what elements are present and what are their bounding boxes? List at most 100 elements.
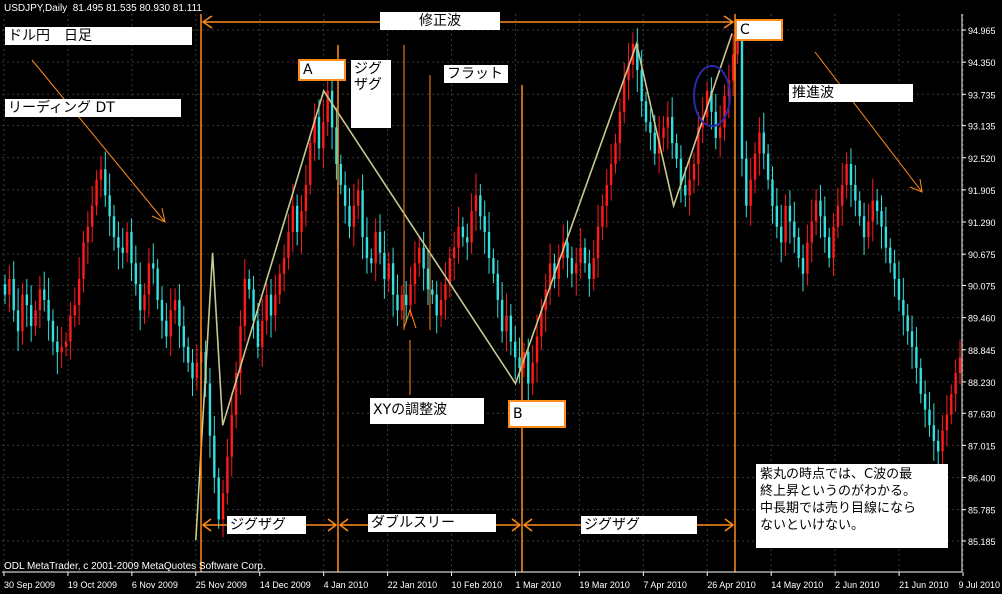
candle-body xyxy=(426,268,430,290)
y-tick-label: 89.460 xyxy=(968,314,996,324)
candle-body xyxy=(195,362,199,379)
candle-body xyxy=(849,164,853,185)
candle-body xyxy=(941,430,944,452)
candle-body xyxy=(295,205,299,232)
candle-body xyxy=(95,179,98,206)
y-tick-label: 87.015 xyxy=(968,441,996,451)
x-tick-label: 30 Sep 2009 xyxy=(4,580,55,590)
candle-body xyxy=(609,164,613,185)
candle-body xyxy=(186,346,190,363)
y-tick-label: 90.075 xyxy=(968,282,996,292)
candle-body xyxy=(910,331,914,347)
candle-body xyxy=(688,179,691,196)
candle-body xyxy=(644,101,648,123)
candle-body xyxy=(758,132,761,154)
candle-body xyxy=(309,143,312,185)
x-tick-label: 25 Nov 2009 xyxy=(196,580,247,590)
candle-body xyxy=(588,263,591,279)
candle-body xyxy=(527,352,530,384)
y-tick-label: 85.785 xyxy=(968,506,996,516)
candle-body xyxy=(605,184,608,206)
candle-body xyxy=(156,268,159,300)
candle-body xyxy=(300,211,303,232)
candle-body xyxy=(343,184,347,206)
candle-body xyxy=(3,284,7,295)
candle-body xyxy=(483,216,486,232)
candle-body xyxy=(213,435,216,478)
candle-body xyxy=(365,237,369,259)
candle-body xyxy=(357,190,360,206)
x-tick-label: 19 Mar 2010 xyxy=(579,580,630,590)
label-impulse-wave: 推進波 xyxy=(789,84,913,102)
candle-body xyxy=(352,205,356,227)
wave-path xyxy=(195,33,733,541)
candle-body xyxy=(788,205,792,222)
x-tick-label: 22 Jan 2010 xyxy=(388,580,438,590)
y-tick-label: 91.905 xyxy=(968,186,996,196)
candle-body xyxy=(474,195,478,212)
candle-body xyxy=(191,362,194,379)
candle-body xyxy=(797,237,800,259)
candle-body xyxy=(692,164,696,180)
y-tick-label: 93.735 xyxy=(968,90,996,100)
candle-body xyxy=(906,315,909,332)
candle-body xyxy=(858,200,861,217)
candle-body xyxy=(121,247,124,253)
candle-body xyxy=(409,284,412,306)
candle-body xyxy=(784,205,787,243)
candle-body xyxy=(806,242,809,274)
label-xy-adjustment: XYの調整波 xyxy=(370,398,484,424)
candle-body xyxy=(43,289,46,300)
candle-body xyxy=(841,184,844,206)
candle-body xyxy=(12,278,15,311)
y-tick-label: 91.290 xyxy=(968,218,996,228)
candle-body xyxy=(954,373,957,394)
candle-body xyxy=(461,226,465,238)
x-tick-label: 2 Jun 2010 xyxy=(835,580,880,590)
x-tick-label: 4 Jan 2010 xyxy=(324,580,369,590)
candle-body xyxy=(69,315,72,342)
candle-body xyxy=(762,132,765,154)
candle-body xyxy=(256,320,260,347)
candle-body xyxy=(64,341,68,347)
candle-body xyxy=(77,278,81,306)
label-zigzag-1: ジグザグ xyxy=(227,516,306,534)
candle-body xyxy=(178,299,181,326)
chart-header: USDJPY,Daily 81.495 81.535 80.930 81.111 xyxy=(4,3,202,14)
candle-body xyxy=(814,200,818,222)
x-tick-label: 6 Nov 2009 xyxy=(132,580,178,590)
candle-body xyxy=(378,231,382,253)
candle-body xyxy=(25,294,29,306)
candle-body xyxy=(457,226,460,248)
candle-body xyxy=(160,299,164,321)
annotation-note: 紫丸の時点では、C波の最 終上昇というのがわかる。 中長期では売り目線になら な… xyxy=(756,464,948,548)
x-tick-label: 14 May 2010 xyxy=(771,580,823,590)
candle-body xyxy=(108,195,111,217)
candle-body xyxy=(596,226,600,259)
candle-body xyxy=(208,383,212,436)
candle-body xyxy=(618,111,622,144)
candle-body xyxy=(452,247,456,259)
candle-body xyxy=(487,231,491,259)
candle-body xyxy=(400,294,404,311)
candle-body xyxy=(958,357,962,374)
candle-body xyxy=(56,341,59,353)
candle-body xyxy=(221,493,225,520)
candle-body xyxy=(99,169,103,180)
candle-body xyxy=(601,205,604,227)
candle-body xyxy=(575,263,578,274)
candle-body xyxy=(902,299,905,316)
candle-body xyxy=(322,122,325,149)
candle-body xyxy=(570,258,574,274)
candle-body xyxy=(361,190,364,238)
candle-body xyxy=(152,263,155,269)
candle-body xyxy=(740,33,744,159)
candle-body xyxy=(753,153,757,180)
candle-body xyxy=(51,320,55,342)
y-tick-label: 86.400 xyxy=(968,474,996,484)
y-tick-label: 87.630 xyxy=(968,409,996,419)
candle-body xyxy=(614,143,617,165)
candle-body xyxy=(771,179,774,206)
candle-body xyxy=(496,273,499,300)
candle-body xyxy=(282,258,286,274)
